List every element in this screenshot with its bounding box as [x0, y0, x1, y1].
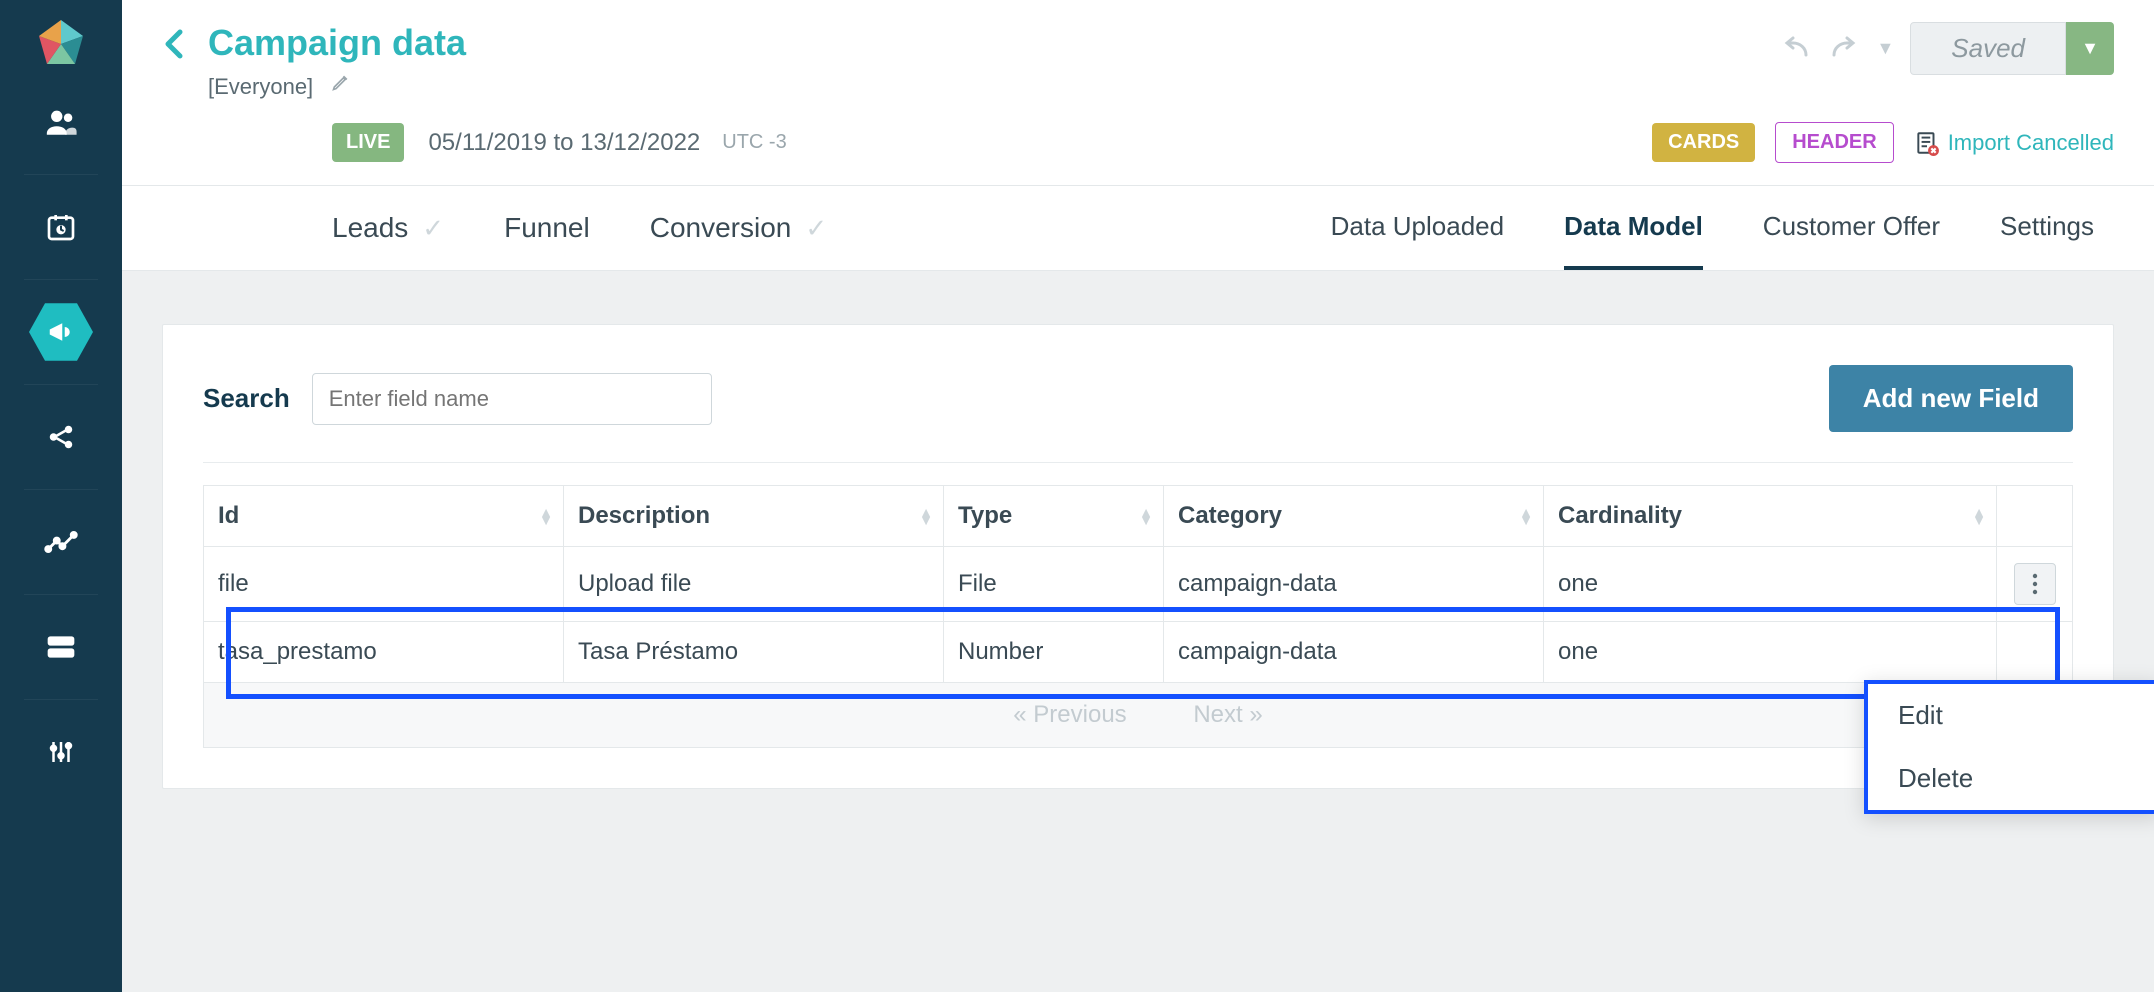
check-icon: ✓ [422, 213, 444, 244]
sidebar-separator [24, 174, 97, 175]
fields-table: Id▲▼ Description▲▼ Type▲▼ Category▲▼ Car… [203, 485, 2073, 683]
sort-icon: ▲▼ [1972, 508, 1986, 524]
table-row[interactable]: file Upload file File campaign-data one [204, 547, 2073, 622]
cell-category: campaign-data [1164, 547, 1544, 622]
sidebar-separator [24, 489, 97, 490]
import-status-text: Import Cancelled [1948, 130, 2114, 156]
cell-id: tasa_prestamo [204, 622, 564, 683]
col-id[interactable]: Id▲▼ [204, 486, 564, 547]
menu-edit[interactable]: Edit [1868, 684, 2154, 747]
save-group: Saved ▼ [1910, 22, 2114, 75]
saved-button[interactable]: Saved [1910, 22, 2066, 75]
pager-next[interactable]: Next » [1193, 701, 1262, 728]
timezone-label: UTC -3 [722, 131, 786, 154]
col-actions [1997, 486, 2073, 547]
col-type[interactable]: Type▲▼ [944, 486, 1164, 547]
back-button[interactable] [162, 26, 186, 62]
tab-data-model[interactable]: Data Model [1564, 187, 1703, 270]
menu-delete[interactable]: Delete [1868, 747, 2154, 810]
tab-customer-offer[interactable]: Customer Offer [1763, 187, 1940, 270]
cell-description: Upload file [564, 547, 944, 622]
sidebar-item-campaigns[interactable] [0, 290, 122, 374]
cell-actions [1997, 547, 2073, 622]
scope-label: [Everyone] [208, 74, 313, 100]
redo-dropdown-icon[interactable]: ▼ [1876, 38, 1894, 59]
sidebar-item-users[interactable] [0, 80, 122, 164]
date-range[interactable]: 05/11/2019 to 13/12/2022 [428, 129, 700, 157]
live-badge: LIVE [332, 123, 404, 162]
sort-icon: ▲▼ [1139, 508, 1153, 524]
check-icon: ✓ [805, 213, 827, 244]
tab-settings[interactable]: Settings [2000, 187, 2094, 270]
breadcrumb-funnel[interactable]: Funnel [504, 212, 590, 244]
breadcrumb-label: Conversion [650, 212, 792, 244]
row-actions-button[interactable] [2014, 563, 2056, 605]
cell-description: Tasa Préstamo [564, 622, 944, 683]
cell-cardinality: one [1544, 547, 1997, 622]
megaphone-icon [29, 300, 93, 364]
divider [203, 462, 2073, 463]
sidebar-item-analytics[interactable] [0, 500, 122, 584]
undo-button[interactable] [1780, 35, 1812, 63]
redo-button[interactable] [1828, 35, 1860, 63]
sidebar-item-servers[interactable] [0, 605, 122, 689]
import-cancelled-icon [1914, 130, 1940, 156]
sidebar-separator [24, 594, 97, 595]
sidebar-separator [24, 279, 97, 280]
cell-type: File [944, 547, 1164, 622]
col-description[interactable]: Description▲▼ [564, 486, 944, 547]
pagination: « Previous Next » [203, 683, 2073, 748]
chevron-down-icon: ▼ [2081, 38, 2099, 59]
header-chip[interactable]: HEADER [1775, 122, 1893, 163]
breadcrumb-label: Funnel [504, 212, 590, 244]
tab-data-uploaded[interactable]: Data Uploaded [1331, 187, 1504, 270]
sidebar-item-calendar[interactable] [0, 185, 122, 269]
sidebar-separator [24, 699, 97, 700]
sidebar-item-settings-sliders[interactable] [0, 710, 122, 794]
breadcrumb-leads[interactable]: Leads ✓ [332, 212, 444, 244]
sidebar [0, 0, 122, 992]
col-category[interactable]: Category▲▼ [1164, 486, 1544, 547]
edit-scope-icon[interactable] [331, 72, 351, 92]
search-input[interactable] [312, 373, 712, 425]
search-label: Search [203, 383, 290, 414]
breadcrumb-conversion[interactable]: Conversion ✓ [650, 212, 827, 244]
saved-dropdown[interactable]: ▼ [2066, 22, 2114, 75]
app-logo[interactable] [35, 18, 87, 70]
sort-icon: ▲▼ [919, 508, 933, 524]
sidebar-separator [24, 384, 97, 385]
page-header: Campaign data [Everyone] ▼ Saved ▼ [122, 0, 2154, 271]
sort-icon: ▲▼ [539, 508, 553, 524]
cell-type: Number [944, 622, 1164, 683]
cell-category: campaign-data [1164, 622, 1544, 683]
main-content: Search Add new Field Id▲▼ Description▲▼ … [122, 284, 2154, 992]
add-field-button[interactable]: Add new Field [1829, 365, 2073, 432]
sort-icon: ▲▼ [1519, 508, 1533, 524]
sidebar-item-share[interactable] [0, 395, 122, 479]
col-cardinality[interactable]: Cardinality▲▼ [1544, 486, 1997, 547]
breadcrumb-label: Leads [332, 212, 408, 244]
cards-chip[interactable]: CARDS [1652, 123, 1755, 162]
data-model-card: Search Add new Field Id▲▼ Description▲▼ … [162, 324, 2114, 789]
row-actions-menu: Edit Delete [1864, 680, 2154, 814]
page-title: Campaign data [208, 22, 466, 64]
table-row[interactable]: tasa_prestamo Tasa Préstamo Number campa… [204, 622, 2073, 683]
cell-actions [1997, 622, 2073, 683]
cell-cardinality: one [1544, 622, 1997, 683]
cell-id: file [204, 547, 564, 622]
import-status[interactable]: Import Cancelled [1914, 130, 2114, 156]
pager-prev[interactable]: « Previous [1013, 701, 1126, 728]
